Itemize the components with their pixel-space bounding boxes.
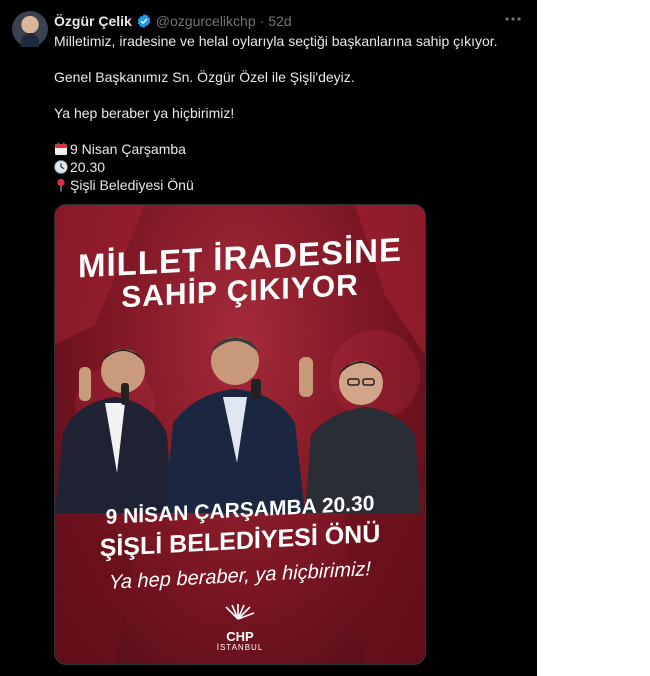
tweet-timestamp[interactable]: 52d xyxy=(268,13,291,29)
event-time: 20.30 xyxy=(70,159,106,175)
tweet-card: Özgür Çelik @ozgurcelikchp · 52d Milleti… xyxy=(0,0,537,676)
clock-icon xyxy=(54,160,68,174)
event-date: 9 Nisan Çarşamba xyxy=(70,141,186,157)
pushpin-icon xyxy=(57,178,65,192)
verified-badge-icon xyxy=(137,14,151,28)
event-place-row: Şişli Belediyesi Önü xyxy=(54,176,194,194)
more-options-icon[interactable] xyxy=(503,9,523,29)
event-date-row: 9 Nisan Çarşamba xyxy=(54,140,186,158)
author-avatar[interactable] xyxy=(12,11,48,47)
poster-logo-text: CHP xyxy=(226,629,254,644)
poster-people-photo xyxy=(55,337,421,513)
tweet-text-line-1: Milletimiz, iradesine ve helal oylarıyla… xyxy=(54,33,498,49)
tweet-text-line-3: Ya hep beraber ya hiçbirimiz! xyxy=(54,105,235,121)
tweet-media-poster[interactable]: MİLLET İRADESİNE SAHİP ÇIKIYOR 9 NİSAN Ç xyxy=(54,204,426,665)
tweet-text-line-2: Genel Başkanımız Sn. Özgür Özel ile Şişl… xyxy=(54,69,355,85)
author-handle[interactable]: @ozgurcelikchp xyxy=(156,13,256,29)
author-name[interactable]: Özgür Çelik xyxy=(54,13,132,29)
header-separator: · xyxy=(259,13,265,29)
calendar-icon xyxy=(55,142,67,155)
poster-logo-subtext: İSTANBUL xyxy=(216,643,264,652)
event-time-row: 20.30 xyxy=(54,158,105,176)
event-place: Şişli Belediyesi Önü xyxy=(70,177,194,193)
tweet-header: Özgür Çelik @ozgurcelikchp · 52d xyxy=(54,11,292,31)
